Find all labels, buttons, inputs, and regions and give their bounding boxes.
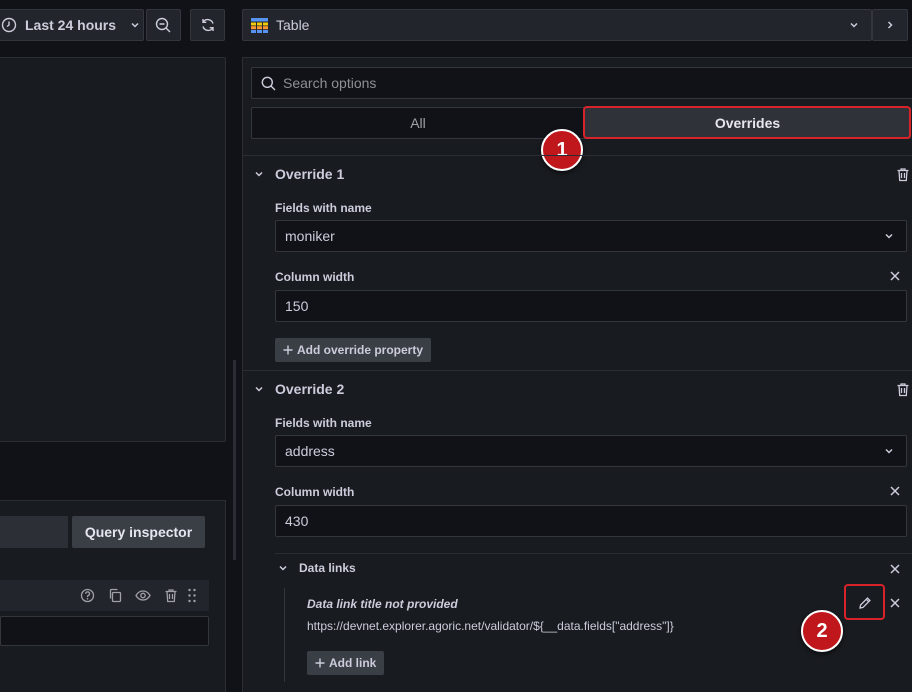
remove-data-links-icon[interactable] [890,564,900,574]
search-options-input[interactable]: Search options [251,67,912,99]
chevron-down-icon [849,20,859,30]
divider [243,370,912,371]
data-links-indent-rule [284,588,285,682]
query-tab[interactable] [0,516,68,548]
data-links-label: Data links [299,561,356,575]
data-link-url: https://devnet.explorer.agoric.net/valid… [307,619,674,633]
override-2-property-label: Column width [275,485,355,499]
override-2-matcher-value: address [285,443,335,459]
query-input[interactable] [0,616,209,646]
clock-icon [1,17,17,33]
search-icon [261,76,276,91]
override-1-matcher-label: Fields with name [275,201,372,215]
chevron-down-icon [884,231,894,241]
trash-icon[interactable] [164,588,178,603]
help-icon[interactable] [80,588,95,603]
step-badge-1: 1 [541,129,583,171]
remove-property-icon[interactable] [890,486,900,496]
add-link-label: Add link [329,656,377,670]
zoom-out-icon [155,17,172,34]
override-2-matcher-select[interactable]: address [275,435,907,467]
query-row-header [0,580,209,611]
trash-icon[interactable] [896,167,910,182]
copy-icon[interactable] [108,588,123,603]
step-badge-1-label: 1 [556,138,568,161]
query-inspector-button[interactable]: Query inspector [72,516,205,548]
plus-icon [315,658,325,668]
refresh-icon [200,17,216,33]
tab-all-label: All [410,115,426,131]
visualization-picker[interactable]: Table [242,9,872,41]
chevron-down-icon [278,563,288,573]
override-2-matcher-label: Fields with name [275,416,372,430]
remove-link-icon[interactable] [890,598,900,608]
chevron-down-icon [884,446,894,456]
highlight-edit-link [844,584,885,620]
chevron-down-icon [254,169,264,179]
divider [243,155,912,156]
data-link-title: Data link title not provided [307,597,458,611]
plus-icon [283,345,293,355]
search-placeholder: Search options [283,75,377,91]
divider [275,553,912,554]
splitter-handle[interactable] [233,360,236,560]
add-link-button[interactable]: Add link [307,651,385,675]
add-override-property-label: Add override property [297,343,424,357]
override-1-property-label: Column width [275,270,355,284]
time-range-label: Last 24 hours [25,17,117,33]
eye-icon[interactable] [135,588,151,603]
override-1-header[interactable]: Override 1 [254,166,344,182]
add-override-property-button[interactable]: Add override property [275,338,432,362]
override-2-column-width-input[interactable]: 430 [275,505,907,537]
data-links-header[interactable]: Data links [278,561,356,575]
panel-preview [0,57,226,442]
override-1-matcher-value: moniker [285,228,335,244]
collapse-options-button[interactable] [872,9,908,41]
step-badge-2: 2 [801,610,843,652]
override-2-title: Override 2 [275,381,345,397]
override-2-property-value: 430 [285,513,309,529]
refresh-button[interactable] [190,9,225,41]
highlight-overrides-tab [583,106,911,139]
override-1-matcher-select[interactable]: moniker [275,220,907,252]
trash-icon[interactable] [896,382,910,397]
override-1-title: Override 1 [275,166,345,182]
override-1-column-width-input[interactable]: 150 [275,290,907,322]
override-2-header[interactable]: Override 2 [254,381,344,397]
drag-handle-icon[interactable] [187,588,197,603]
tab-all[interactable]: All [252,108,584,138]
chevron-right-icon [885,20,895,30]
override-1-property-value: 150 [285,298,309,314]
table-icon [251,17,268,33]
query-inspector-label: Query inspector [84,524,193,540]
step-badge-2-label: 2 [816,619,828,642]
time-range-picker[interactable]: Last 24 hours [0,9,144,41]
remove-property-icon[interactable] [890,271,900,281]
zoom-out-button[interactable] [146,9,181,41]
chevron-down-icon [130,20,140,30]
visualization-label: Table [276,17,310,33]
chevron-down-icon [254,384,264,394]
